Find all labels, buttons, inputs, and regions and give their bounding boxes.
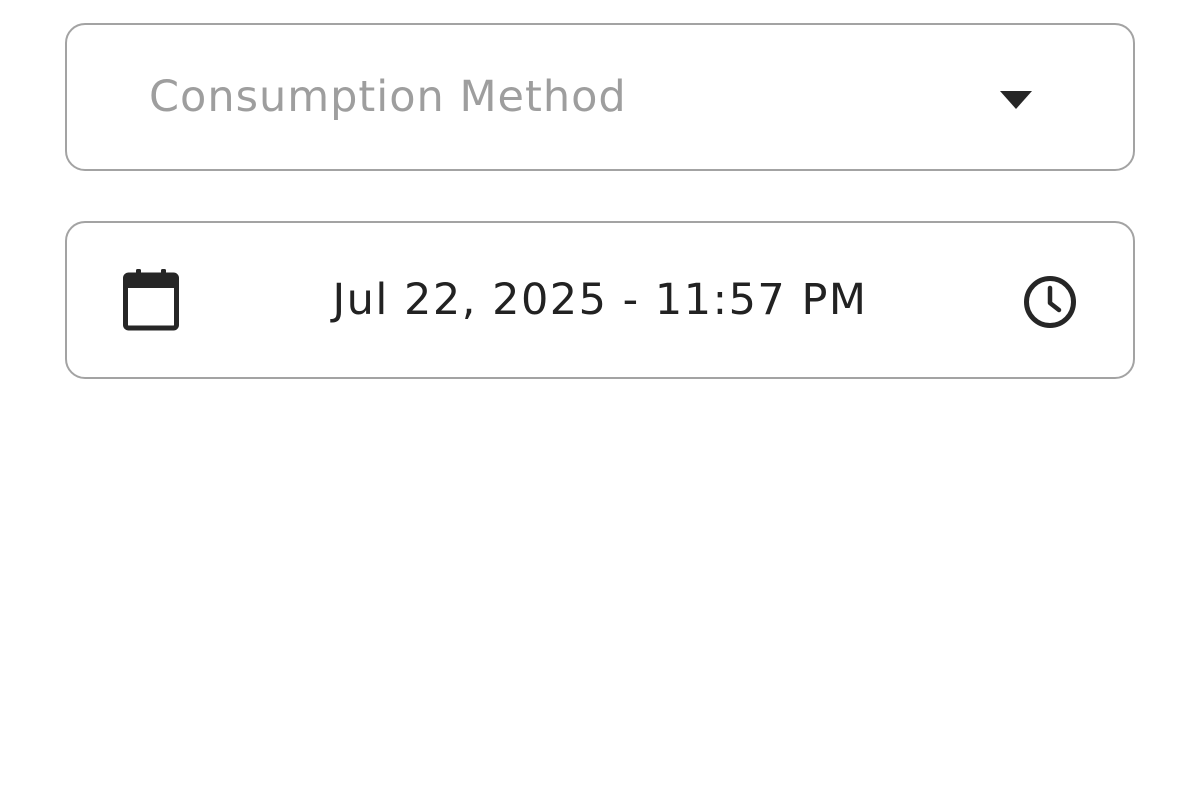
datetime-value: Jul 22, 2025 - 11:57 PM — [332, 275, 868, 325]
dropdown-arrow-icon[interactable] — [1000, 91, 1032, 109]
clock-icon[interactable] — [1022, 274, 1078, 330]
consumption-method-dropdown[interactable]: Consumption Method — [65, 23, 1135, 171]
form-screen: Consumption Method Jul 22, 2025 - 11:57 … — [0, 0, 1200, 800]
datetime-picker-field[interactable]: Jul 22, 2025 - 11:57 PM — [65, 221, 1135, 379]
consumption-method-placeholder: Consumption Method — [149, 72, 627, 122]
